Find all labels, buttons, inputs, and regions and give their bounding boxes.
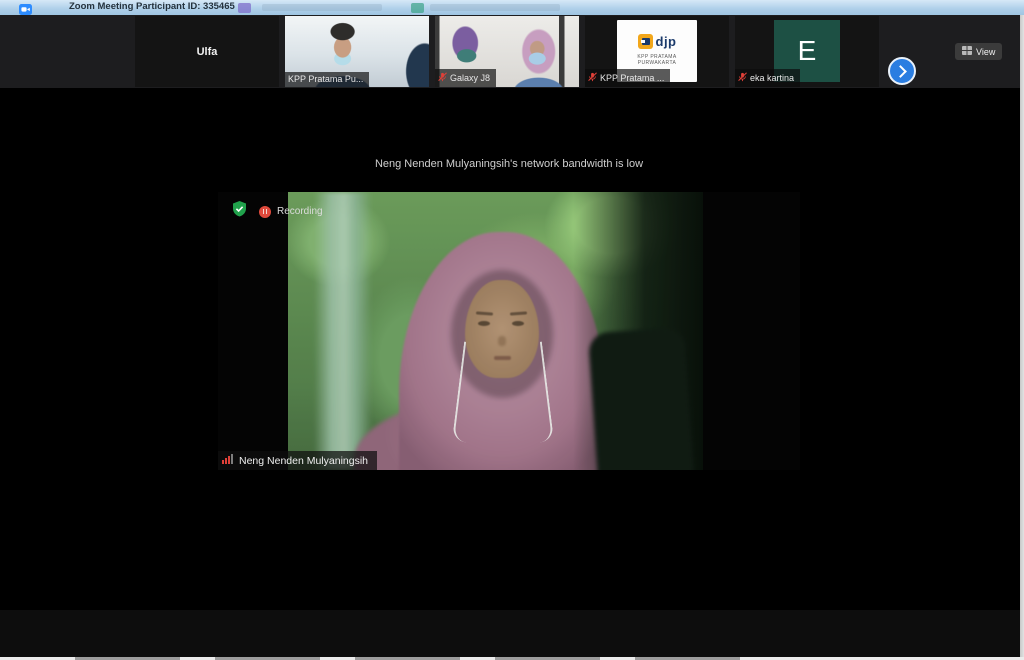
recording-label: Recording bbox=[277, 206, 323, 217]
participant-name: KPP Pratama ... bbox=[600, 74, 664, 83]
speaker-name-label: Neng Nenden Mulyaningsih bbox=[218, 451, 377, 470]
titlebar-ghost-text bbox=[430, 4, 560, 11]
participant-name: eka kartina bbox=[750, 74, 794, 83]
camera-feed bbox=[288, 192, 703, 470]
participant-tile-eka-kartina[interactable]: E eka kartina bbox=[735, 16, 879, 87]
participant-tile-ulfa[interactable]: Ulfa bbox=[135, 16, 279, 87]
djp-logo-text: djp bbox=[656, 34, 677, 49]
participant-tile-kpp-pratama[interactable]: djp KPP PRATAMA PURWAKARTA KPP Pratama .… bbox=[585, 16, 729, 87]
main-stage: Neng Nenden Mulyaningsih's network bandw… bbox=[0, 88, 1024, 610]
participant-name: Ulfa bbox=[197, 46, 218, 58]
signal-bars-icon bbox=[222, 454, 234, 467]
titlebar-ghost-icon bbox=[411, 3, 424, 13]
participant-tile-kpp-pratama-pu[interactable]: KPP Pratama Pu... bbox=[285, 16, 429, 87]
chevron-right-icon bbox=[894, 65, 907, 78]
video-tint bbox=[288, 192, 703, 470]
djp-logo-icon bbox=[638, 34, 653, 49]
shield-check-icon bbox=[232, 201, 247, 222]
view-button-label: View bbox=[976, 47, 995, 57]
record-dot-icon bbox=[259, 206, 271, 218]
titlebar-ghost-icon bbox=[238, 3, 251, 13]
zoom-meeting-window: Zoom Meeting Participant ID: 335465 Ulfa… bbox=[0, 0, 1024, 660]
view-button[interactable]: View bbox=[955, 43, 1002, 60]
participant-name: Galaxy J8 bbox=[450, 74, 490, 83]
next-participants-button[interactable] bbox=[888, 57, 916, 85]
participant-tile-galaxy-j8[interactable]: Galaxy J8 bbox=[435, 16, 579, 87]
recording-indicator[interactable]: Recording bbox=[259, 206, 323, 218]
titlebar-ghost-text bbox=[262, 4, 382, 11]
djp-logo-subtitle: PURWAKARTA bbox=[637, 60, 676, 66]
meeting-toolbar: Join Audio Start Video 14 Participants C… bbox=[0, 610, 1024, 657]
speaker-name: Neng Nenden Mulyaningsih bbox=[239, 455, 368, 467]
window-right-border bbox=[1020, 15, 1024, 660]
video-status-bar: Recording bbox=[232, 201, 323, 222]
window-titlebar: Zoom Meeting Participant ID: 335465 bbox=[0, 0, 1024, 15]
grid-icon bbox=[962, 46, 972, 57]
network-bandwidth-notice: Neng Nenden Mulyaningsih's network bandw… bbox=[218, 158, 800, 170]
active-speaker-video: Recording Neng Nenden Mulyaningsih bbox=[218, 192, 800, 470]
mic-muted-icon bbox=[588, 72, 597, 84]
participant-thumbnail-strip: Ulfa KPP Pratama Pu... Galaxy J8 djp bbox=[0, 15, 1024, 88]
participant-name: KPP Pratama Pu... bbox=[288, 75, 363, 84]
mic-muted-icon bbox=[438, 72, 447, 84]
participant-initial: E bbox=[798, 35, 817, 67]
mic-muted-icon bbox=[738, 72, 747, 84]
window-title: Zoom Meeting Participant ID: 335465 bbox=[69, 1, 235, 12]
